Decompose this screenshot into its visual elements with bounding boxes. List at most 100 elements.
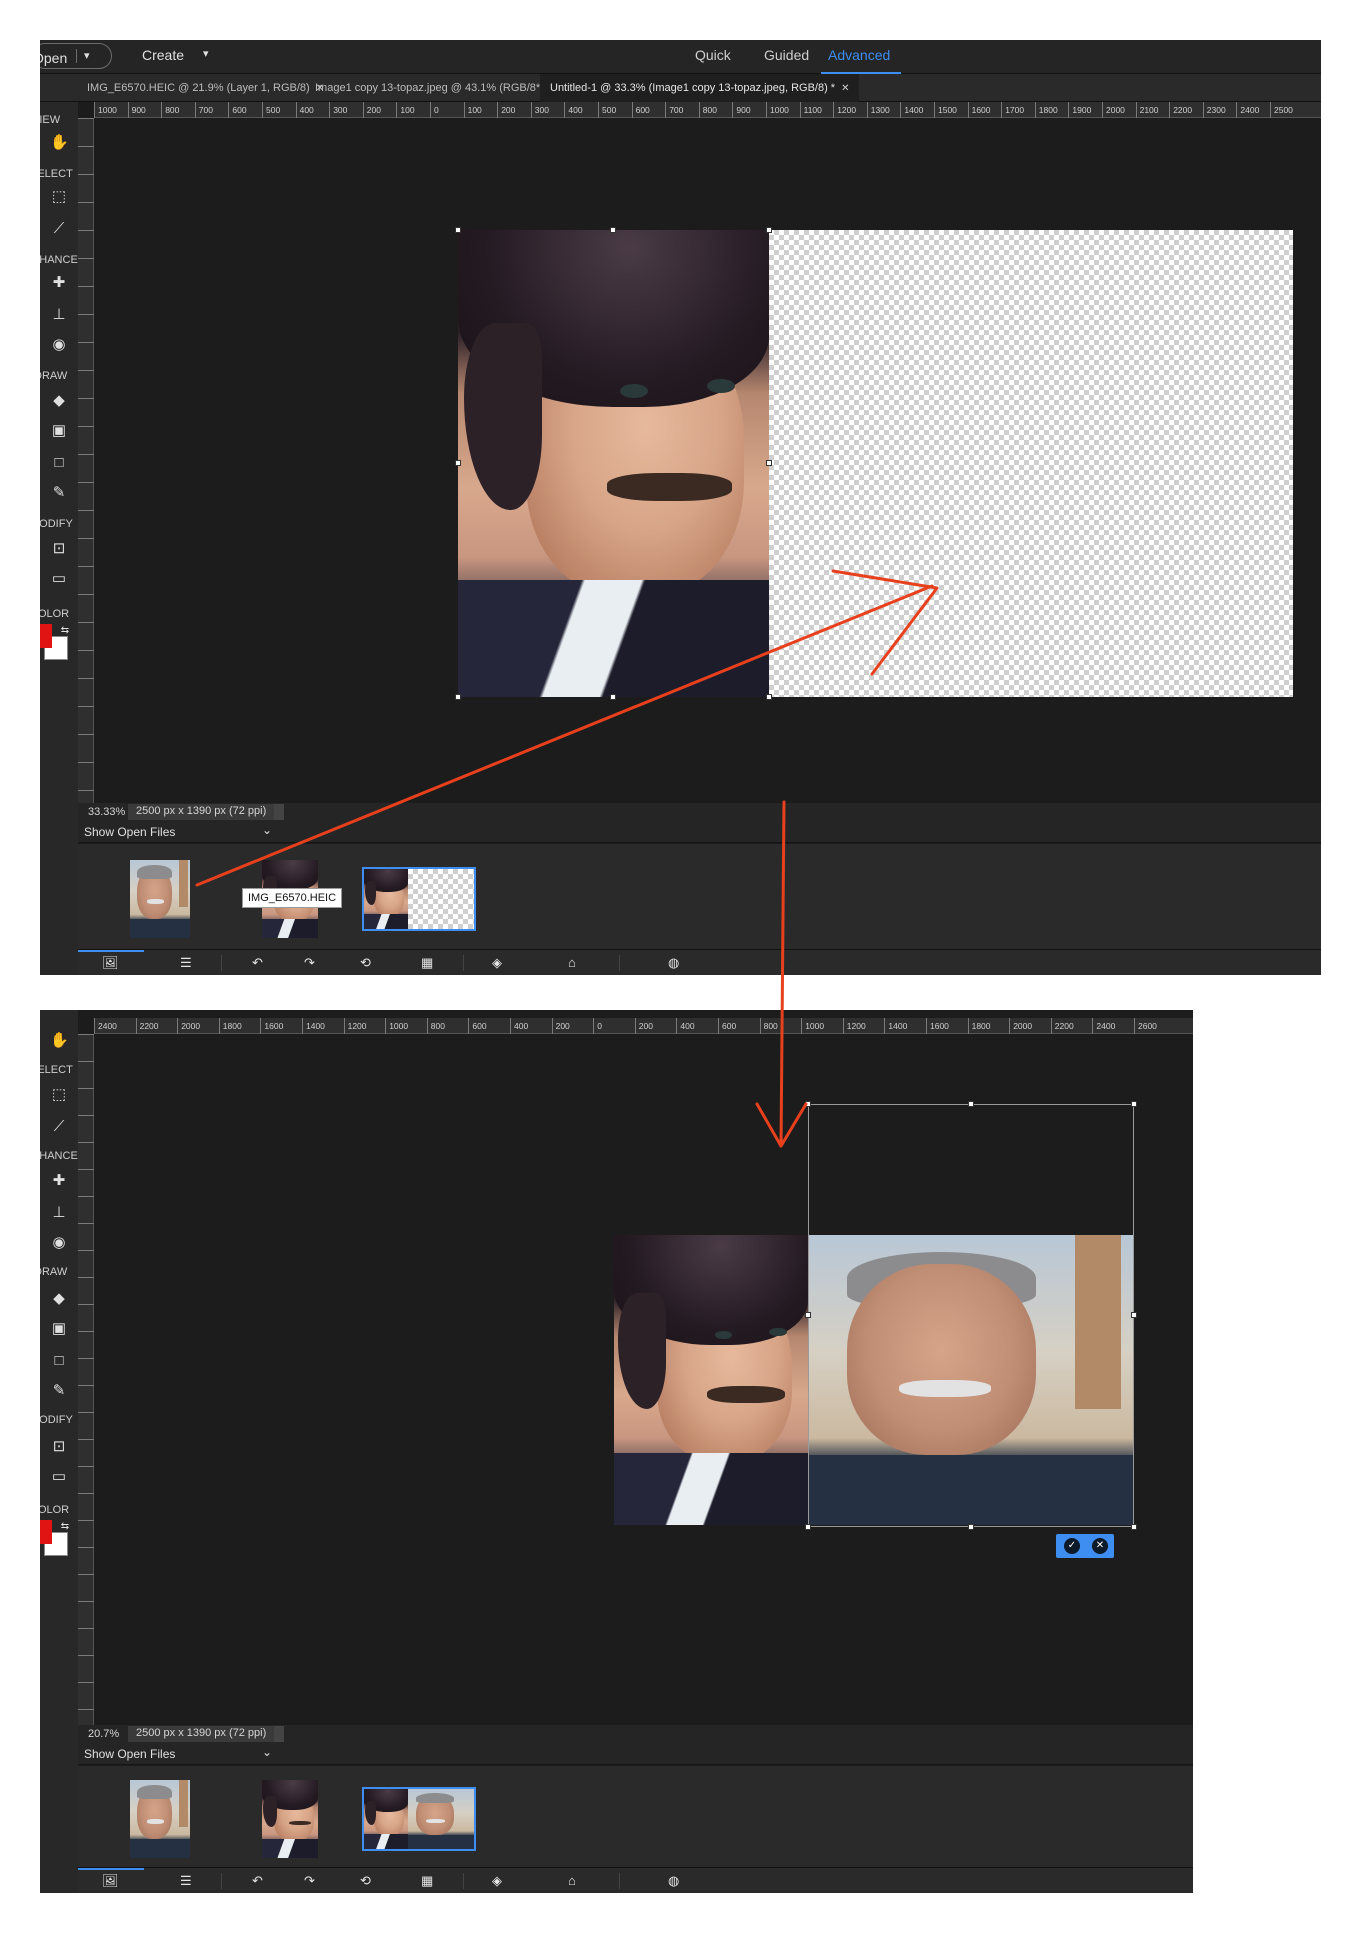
ruler-tick: 0 <box>593 1018 602 1034</box>
healing-icon[interactable]: ✚ <box>50 1172 68 1190</box>
rotate-icon[interactable]: ⟲ <box>360 955 371 971</box>
organizer-app-icon[interactable]: ◈ <box>492 955 502 971</box>
transform-handle[interactable] <box>1131 1524 1137 1530</box>
pencil-icon[interactable]: ✎ <box>50 484 68 502</box>
open-caret-icon[interactable]: ▾ <box>84 49 90 62</box>
transform-handle[interactable] <box>968 1101 974 1107</box>
thumbnail-untitled-1[interactable] <box>362 1787 476 1851</box>
mode-quick[interactable]: Quick <box>695 47 731 63</box>
transform-handle[interactable] <box>968 1524 974 1530</box>
mode-advanced[interactable]: Advanced <box>828 47 890 63</box>
transform-bounding-box[interactable] <box>808 1104 1134 1527</box>
transform-handle[interactable] <box>455 694 461 700</box>
red-eye-icon[interactable]: ◉ <box>50 336 68 354</box>
thumbnail-image1-copy[interactable] <box>262 1780 318 1858</box>
ruler-tick: 400 <box>295 102 314 118</box>
chevron-down-icon[interactable]: ⌄ <box>262 1745 272 1759</box>
foreground-color-swatch[interactable] <box>40 624 52 648</box>
healing-icon[interactable]: ✚ <box>50 274 68 292</box>
eraser-icon[interactable]: ◆ <box>50 392 68 410</box>
document-dimensions[interactable]: 2500 px x 1390 px (72 ppi) <box>128 804 285 820</box>
transform-icon[interactable]: ⊡ <box>50 540 68 558</box>
photo-bin-icon[interactable]: 🖼 <box>102 1873 119 1889</box>
show-open-files-dropdown[interactable]: Show Open Files <box>84 825 175 839</box>
transform-handle[interactable] <box>610 227 616 233</box>
ruler-tick <box>78 146 94 147</box>
transform-handle[interactable] <box>805 1101 811 1107</box>
transform-handle[interactable] <box>455 460 461 466</box>
transform-handle[interactable] <box>766 460 772 466</box>
rotate-icon[interactable]: ⟲ <box>360 1873 371 1889</box>
marquee-icon[interactable]: ⬚ <box>50 1086 68 1104</box>
tab-image1-copy[interactable]: Image1 copy 13-topaz.jpeg @ 43.1% (RGB/8… <box>305 74 568 102</box>
redo-icon[interactable]: ↷ <box>304 1873 315 1889</box>
cancel-icon[interactable]: ✕ <box>1092 1538 1108 1554</box>
ruler-tick: 1200 <box>842 1018 866 1034</box>
transform-icon[interactable]: ⊡ <box>50 1438 68 1456</box>
pencil-icon[interactable]: ✎ <box>50 1382 68 1400</box>
thumbnail-img-e6570[interactable] <box>130 1780 190 1858</box>
open-button[interactable]: Open ▾ <box>40 43 112 69</box>
chevron-down-icon[interactable]: ⌄ <box>262 823 272 837</box>
marquee-icon[interactable]: ⬚ <box>50 188 68 206</box>
swap-colors-icon[interactable]: ⇆ <box>56 622 74 640</box>
commit-icon[interactable]: ✓ <box>1064 1538 1080 1554</box>
swap-colors-icon[interactable]: ⇆ <box>56 1518 74 1536</box>
straighten-icon[interactable]: ▭ <box>50 570 68 588</box>
organizer-app-icon[interactable]: ◈ <box>492 1873 502 1889</box>
ruler-tick: 2000 <box>1102 102 1125 118</box>
layers-icon[interactable]: ☰ <box>180 955 192 971</box>
globe-icon[interactable]: ◍ <box>668 1873 679 1889</box>
shape-icon[interactable]: □ <box>50 1352 68 1370</box>
stamp-icon[interactable]: ⊥ <box>50 306 68 324</box>
ruler-tick: 200 <box>362 102 381 118</box>
globe-icon[interactable]: ◍ <box>668 955 679 971</box>
photo-bin: IMG_E6570.HEIC <box>78 844 1321 949</box>
thumbnail-untitled-1[interactable] <box>362 867 476 931</box>
ruler-tick: 400 <box>676 1018 695 1034</box>
transform-handle[interactable] <box>1131 1101 1137 1107</box>
transform-handle[interactable] <box>805 1312 811 1318</box>
transform-handle[interactable] <box>610 694 616 700</box>
young-man-photo-layer[interactable] <box>614 1235 808 1525</box>
foreground-color-swatch[interactable] <box>40 1520 52 1544</box>
undo-icon[interactable]: ↶ <box>252 1873 263 1889</box>
transform-handle[interactable] <box>766 694 772 700</box>
create-menu[interactable]: Create <box>142 47 184 63</box>
gradient-icon[interactable]: ▣ <box>50 1320 68 1338</box>
young-man-photo-layer[interactable] <box>458 230 769 697</box>
stamp-icon[interactable]: ⊥ <box>50 1204 68 1222</box>
photo-bin-icon[interactable]: 🖼 <box>102 955 119 971</box>
shape-icon[interactable]: □ <box>50 454 68 472</box>
undo-icon[interactable]: ↶ <box>252 955 263 971</box>
gradient-icon[interactable]: ▣ <box>50 422 68 440</box>
create-caret-icon[interactable]: ▾ <box>203 47 209 60</box>
redo-icon[interactable]: ↷ <box>304 955 315 971</box>
transform-handle[interactable] <box>455 227 461 233</box>
magic-wand-icon[interactable]: ⟋ <box>50 220 68 238</box>
organizer-icon[interactable]: ▦ <box>421 1873 433 1889</box>
layers-icon[interactable]: ☰ <box>180 1873 192 1889</box>
tab-untitled-1[interactable]: Untitled-1 @ 33.3% (Image1 copy 13-topaz… <box>540 74 860 102</box>
document-canvas[interactable] <box>94 118 1321 843</box>
transform-handle[interactable] <box>805 1524 811 1530</box>
close-icon[interactable]: ✕ <box>841 83 849 94</box>
show-open-files-dropdown[interactable]: Show Open Files <box>84 1747 175 1761</box>
transform-handle[interactable] <box>1131 1312 1137 1318</box>
magic-wand-icon[interactable]: ⟋ <box>50 1118 68 1136</box>
home-icon[interactable]: ⌂ <box>568 955 576 970</box>
ruler-tick: 700 <box>665 102 683 118</box>
transform-handle[interactable] <box>766 227 772 233</box>
document-canvas[interactable]: ✓ ✕ <box>94 1034 1193 1725</box>
hand-icon[interactable]: ✋ <box>50 134 69 152</box>
mode-guided[interactable]: Guided <box>764 47 809 63</box>
hand-icon[interactable]: ✋ <box>50 1032 69 1050</box>
organizer-icon[interactable]: ▦ <box>421 955 433 971</box>
straighten-icon[interactable]: ▭ <box>50 1468 68 1486</box>
tab-img-e6570[interactable]: IMG_E6570.HEIC @ 21.9% (Layer 1, RGB/8) ✕ <box>77 74 334 102</box>
document-dimensions[interactable]: 2500 px x 1390 px (72 ppi) <box>128 1726 285 1742</box>
eraser-icon[interactable]: ◆ <box>50 1290 68 1308</box>
red-eye-icon[interactable]: ◉ <box>50 1234 68 1252</box>
thumbnail-img-e6570[interactable] <box>130 860 190 938</box>
home-icon[interactable]: ⌂ <box>568 1873 576 1888</box>
